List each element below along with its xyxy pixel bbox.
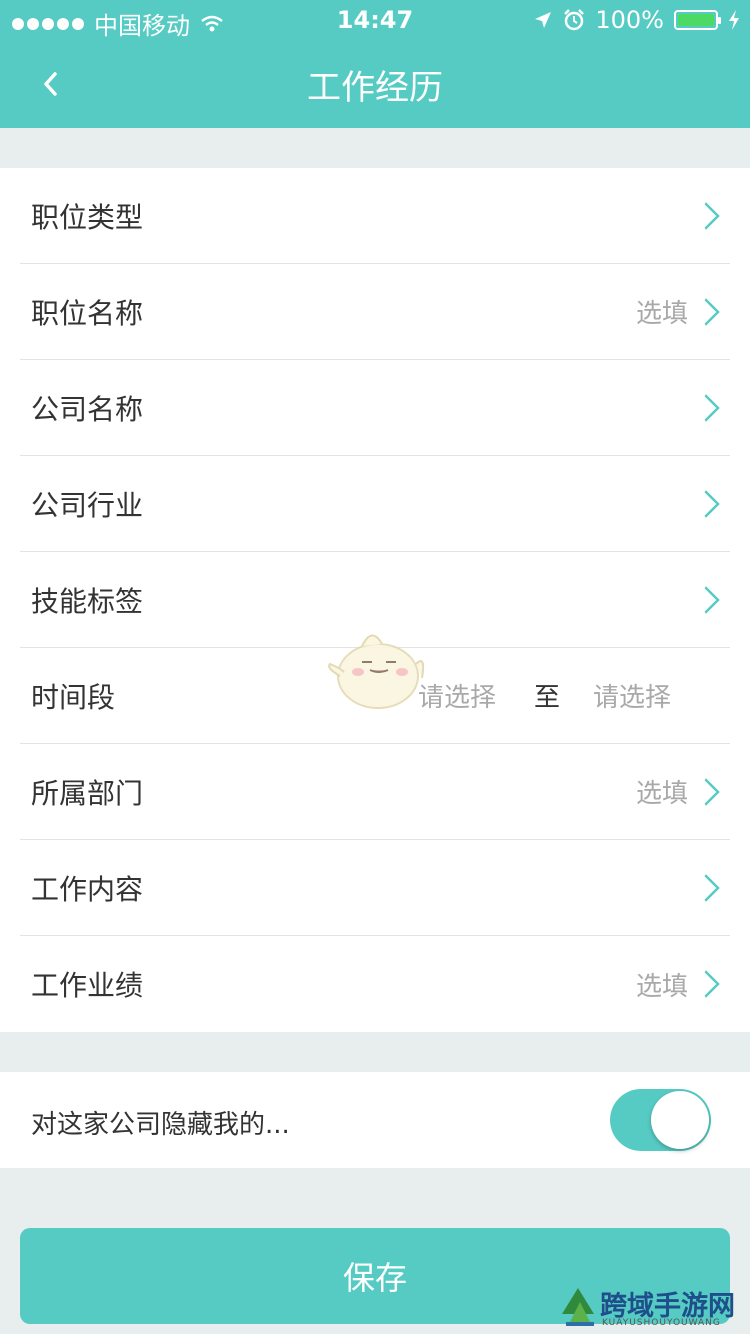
charging-icon bbox=[729, 10, 739, 30]
row-label: 时间段 bbox=[31, 680, 116, 714]
optional-hint: 选填 bbox=[635, 971, 688, 1002]
row-label: 工作业绩 bbox=[31, 969, 144, 1002]
row-label: 公司名称 bbox=[31, 392, 144, 426]
watermark-subtitle: KUAYUSHOUYOUWANG bbox=[602, 1318, 721, 1328]
chevron-right-icon bbox=[704, 874, 720, 902]
status-right: 100% bbox=[533, 6, 740, 34]
header: 中国移动 14:47 100% 工作经历 bbox=[0, 0, 750, 128]
row-label: 技能标签 bbox=[31, 584, 144, 618]
hide-from-company-toggle[interactable] bbox=[610, 1089, 711, 1151]
status-bar: 中国移动 14:47 100% bbox=[0, 0, 750, 40]
mascot-watermark-icon bbox=[328, 634, 425, 709]
row-position-name[interactable]: 职位名称 选填 bbox=[20, 264, 730, 360]
row-label: 职位类型 bbox=[31, 200, 144, 234]
watermark-logo: 跨域手游网 KUAYUSHOUYOUWANG bbox=[560, 1282, 746, 1332]
optional-hint: 选填 bbox=[635, 299, 688, 329]
row-position-type[interactable]: 职位类型 bbox=[20, 168, 730, 264]
chevron-right-icon bbox=[704, 490, 720, 518]
page-title: 工作经历 bbox=[307, 68, 443, 108]
battery-icon bbox=[674, 10, 721, 30]
toggle-knob bbox=[651, 1091, 709, 1149]
privacy-row: 对这家公司隐藏我的... bbox=[0, 1072, 750, 1168]
row-company-name[interactable]: 公司名称 bbox=[20, 360, 730, 456]
end-date-picker[interactable]: 请选择 bbox=[593, 677, 671, 714]
chevron-right-icon bbox=[704, 394, 720, 422]
row-label: 工作内容 bbox=[31, 872, 144, 906]
row-department[interactable]: 所属部门 选填 bbox=[20, 744, 730, 840]
battery-percent: 100% bbox=[595, 6, 664, 34]
row-label: 公司行业 bbox=[31, 488, 144, 522]
nav-bar: 工作经历 bbox=[0, 40, 750, 128]
optional-hint: 选填 bbox=[635, 779, 688, 809]
location-arrow-icon bbox=[535, 12, 552, 28]
chevron-right-icon bbox=[704, 970, 720, 998]
alarm-icon bbox=[564, 9, 585, 31]
work-experience-form: 职位类型 职位名称 选填 公司名称 公司行业 技能标签 时间段 请选择 至 请选… bbox=[0, 168, 750, 1032]
chevron-right-icon bbox=[704, 586, 720, 614]
chevron-right-icon bbox=[704, 202, 720, 230]
hide-from-company-label: 对这家公司隐藏我的... bbox=[31, 1110, 290, 1140]
row-label: 职位名称 bbox=[31, 296, 144, 330]
chevron-right-icon bbox=[704, 298, 720, 326]
chevron-right-icon bbox=[704, 778, 720, 806]
row-label: 所属部门 bbox=[31, 776, 144, 810]
row-work-achievements[interactable]: 工作业绩 选填 bbox=[20, 936, 730, 1032]
row-work-content[interactable]: 工作内容 bbox=[20, 840, 730, 936]
row-company-industry[interactable]: 公司行业 bbox=[20, 456, 730, 552]
date-separator: 至 bbox=[534, 683, 561, 713]
